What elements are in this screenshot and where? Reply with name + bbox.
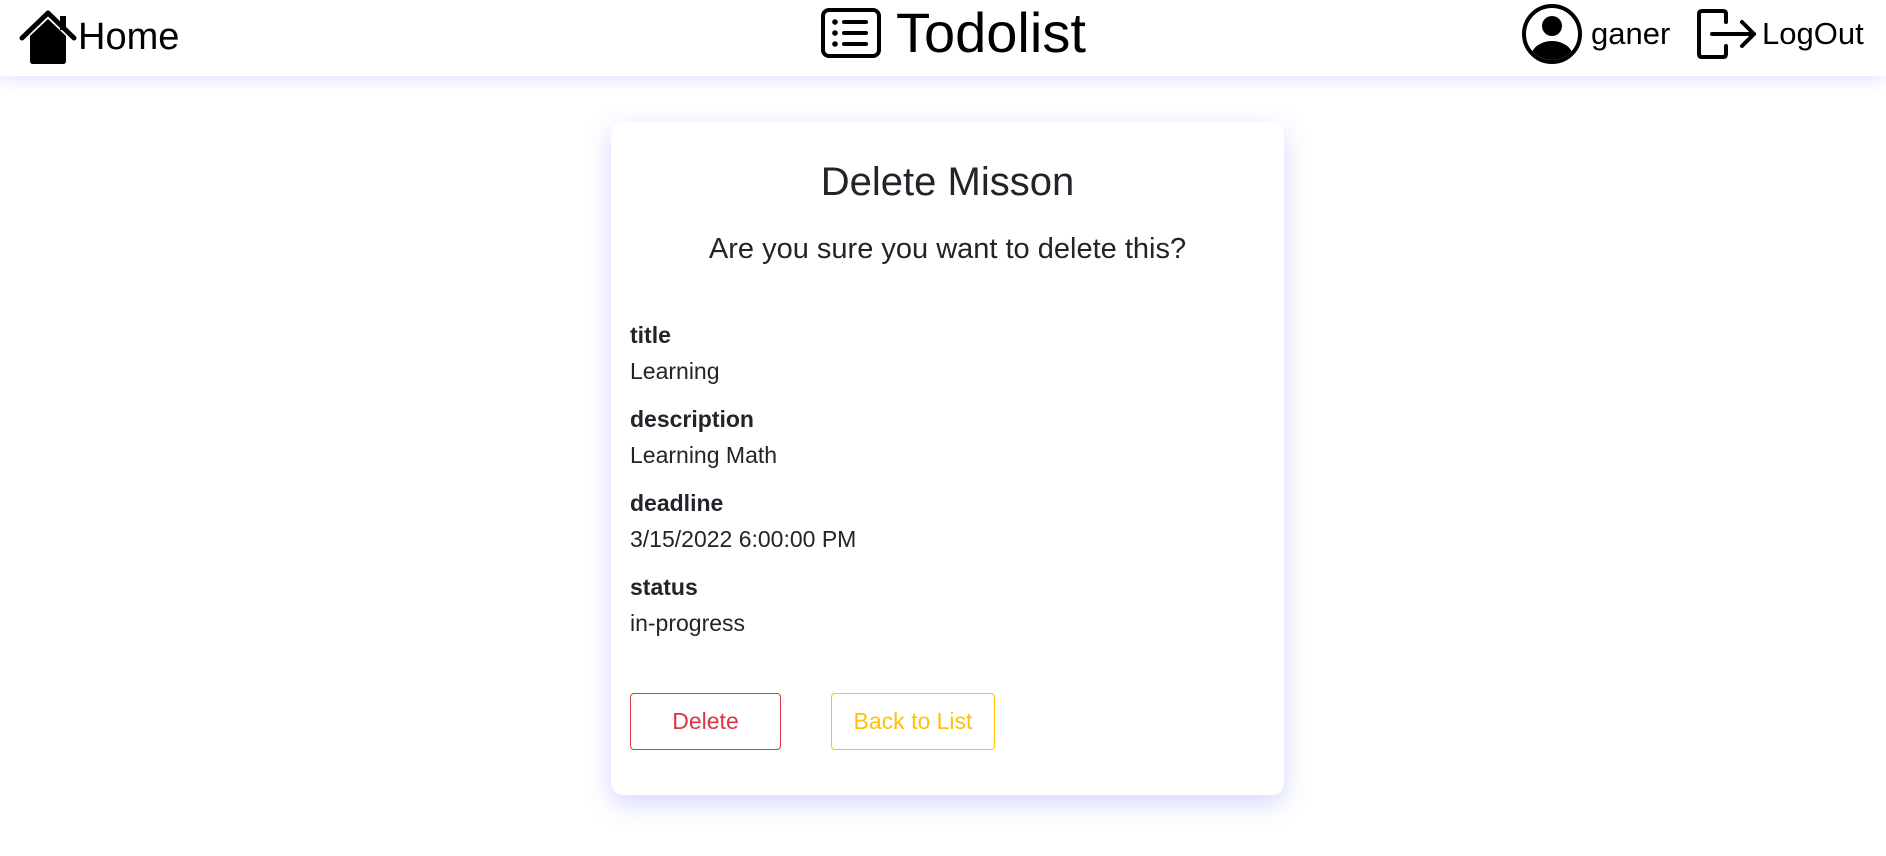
delete-button[interactable]: Delete xyxy=(630,693,781,750)
field-label: deadline xyxy=(630,490,724,516)
field-label: title xyxy=(630,322,671,348)
list-icon xyxy=(820,7,882,59)
user-name: ganer xyxy=(1591,16,1671,51)
user-circle-icon xyxy=(1521,3,1583,65)
field-value: Learning xyxy=(630,358,720,384)
user-menu[interactable]: ganer xyxy=(1521,3,1670,65)
delete-confirmation-card: Delete Misson Are you sure you want to d… xyxy=(611,122,1284,795)
home-label: Home xyxy=(78,16,180,58)
logout-link[interactable]: LogOut xyxy=(1696,8,1864,60)
brand-title: Todolist xyxy=(896,1,1086,64)
house-icon xyxy=(18,7,78,67)
card-title: Delete Misson xyxy=(820,160,1075,204)
field-value: Learning Math xyxy=(630,442,778,468)
field-value: in-progress xyxy=(630,610,746,636)
field-deadline: deadline 3/15/2022 6:00:00 PM xyxy=(630,489,856,553)
top-navbar: Home Todolist ganer LogOut xyxy=(0,0,1886,76)
back-to-list-button[interactable]: Back to List xyxy=(831,693,995,750)
field-value: 3/15/2022 6:00:00 PM xyxy=(630,526,857,552)
confirmation-message: Are you sure you want to delete this? xyxy=(708,233,1187,265)
brand: Todolist xyxy=(820,5,1086,61)
field-status: status in-progress xyxy=(630,573,745,637)
field-label: description xyxy=(630,406,754,432)
field-label: status xyxy=(630,574,698,600)
field-description: description Learning Math xyxy=(630,405,777,469)
logout-icon xyxy=(1696,8,1758,60)
home-link[interactable]: Home xyxy=(18,7,179,67)
logout-label: LogOut xyxy=(1762,16,1864,51)
field-title: title Learning xyxy=(630,321,720,385)
